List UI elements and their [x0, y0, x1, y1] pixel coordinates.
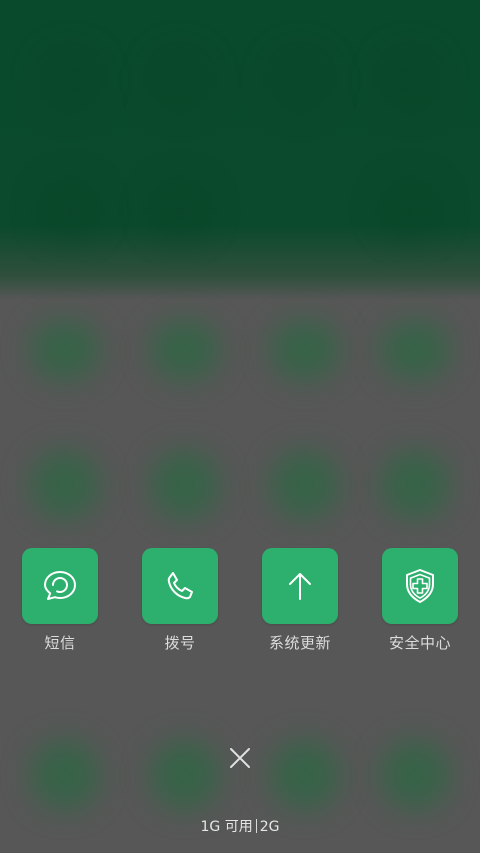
app-security-center[interactable]: 安全中心 — [360, 548, 480, 653]
message-bubble-icon — [44, 571, 76, 600]
blurred-app-ghost — [150, 180, 210, 240]
app-label: 安全中心 — [388, 634, 451, 652]
app-tile[interactable] — [142, 548, 218, 624]
app-label: 拨号 — [164, 634, 196, 652]
blurred-app-ghost — [150, 320, 220, 380]
blurred-app-ghost — [30, 320, 100, 380]
blurred-app-ghost — [150, 740, 220, 810]
blurred-app-ghost — [40, 50, 100, 110]
app-label: 系统更新 — [268, 634, 331, 652]
blurred-app-ghost — [380, 450, 450, 520]
phone-icon — [167, 572, 193, 600]
blurred-app-ghost — [270, 50, 330, 110]
app-label: 短信 — [44, 634, 76, 652]
app-messages[interactable]: 短信 — [0, 548, 120, 653]
shield-plus-icon — [406, 569, 434, 603]
blurred-app-ghost — [380, 740, 450, 810]
blurred-wallpaper-top — [0, 0, 480, 300]
arrow-up-icon — [289, 573, 311, 600]
blurred-app-ghost — [270, 320, 340, 380]
blurred-app-ghost — [380, 50, 440, 110]
blurred-app-ghost — [150, 50, 210, 110]
blurred-app-ghost — [30, 740, 100, 810]
blurred-app-ghost — [380, 180, 440, 240]
app-tile[interactable] — [22, 548, 98, 624]
app-phone[interactable]: 拨号 — [120, 548, 240, 653]
app-tile[interactable] — [382, 548, 458, 624]
app-system-update[interactable]: 系统更新 — [240, 548, 360, 653]
memory-available: 1G 可用 — [200, 819, 253, 835]
app-tile[interactable] — [262, 548, 338, 624]
blurred-app-ghost — [150, 450, 220, 520]
blurred-app-ghost — [40, 180, 100, 240]
memory-status: 1G 可用 2G — [0, 816, 480, 836]
blurred-app-ghost — [270, 450, 340, 520]
blurred-app-ghost — [380, 320, 450, 380]
memory-separator — [255, 819, 257, 833]
recent-apps-row: 短信 拨号 系统更新 安全中心 — [0, 548, 480, 668]
blurred-app-ghost — [270, 740, 340, 810]
blurred-app-ghost — [30, 450, 100, 520]
memory-total: 2G — [259, 819, 280, 835]
close-recents-button[interactable] — [226, 744, 254, 772]
close-icon — [230, 748, 250, 768]
